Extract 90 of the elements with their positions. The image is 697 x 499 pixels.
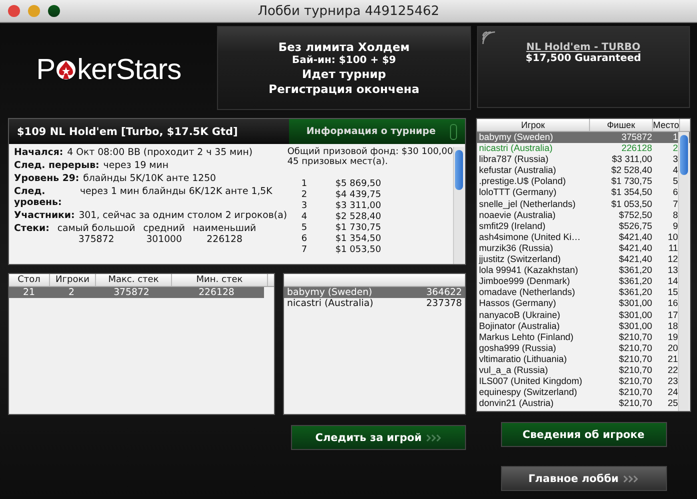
tournament-title: $109 NL Hold'em [Turbo, $17.5K Gtd] xyxy=(9,119,289,144)
column-header[interactable]: Игроки xyxy=(50,274,96,286)
player-row[interactable]: nicastri (Australia) 226128 2 xyxy=(477,143,690,154)
stack-value: 375872 xyxy=(78,234,114,245)
stack-heading: средний xyxy=(143,223,185,234)
player-row[interactable]: babymy (Sweden) 364622 xyxy=(284,287,465,298)
column-header[interactable]: Мин. стек xyxy=(172,274,268,286)
guarantee-text: $17,500 Guaranteed xyxy=(526,53,642,64)
watch-game-button[interactable]: Следить за игрой xyxy=(291,425,466,450)
info-icon xyxy=(450,124,457,140)
player-row[interactable]: equinespy (Switzerland) $210,70 24 xyxy=(477,387,690,398)
summary-line: Регистрация окончена xyxy=(268,82,420,96)
player-row[interactable]: jjustitz (Switzerland) $421,40 12 xyxy=(477,254,690,266)
stat-value: 4 Окт 08:00 BB (проходит 2 ч 35 мин) xyxy=(67,147,253,158)
prize-place: 1 xyxy=(301,179,308,190)
player-row[interactable]: snelle_jel (Netherlands) $1 053,50 7 xyxy=(477,198,690,210)
stat-value: через 1 мин блайнды 6K/12K анте 1,5K xyxy=(80,186,272,199)
stack-heading: наименьший xyxy=(192,223,256,234)
player-row[interactable]: lola 99941 (Kazakhstan) $361,20 13 xyxy=(477,265,690,276)
player-row[interactable]: libra787 (Russia) $3 311,00 3 xyxy=(477,154,690,166)
player-row[interactable]: kefustar (Australia) $2 528,40 4 xyxy=(477,165,690,176)
summary-line: Идет турнир xyxy=(302,67,386,81)
chevrons-icon xyxy=(622,474,639,482)
player-info-button[interactable]: Сведения об игроке xyxy=(500,422,666,447)
player-row[interactable]: Markus Lehto (Finland) $210,70 19 xyxy=(477,332,690,343)
player-row[interactable]: loloTTT (Germany) $1 354,50 6 xyxy=(477,187,690,199)
prize-place: 2 xyxy=(301,190,308,201)
stat-label: Стеки: xyxy=(14,223,50,236)
stat-label: Участники: xyxy=(14,210,75,221)
prize-amount: $3 311,00 xyxy=(335,201,382,212)
window-title: Лобби турнира 449125462 xyxy=(258,4,440,18)
player-row[interactable]: murzik36 (Russia) $421,40 11 xyxy=(477,242,690,254)
player-row[interactable]: smfit29 (Ireland) $526,75 9 xyxy=(477,220,690,232)
summary-line: Бай-ин: $100 + $9 xyxy=(292,55,396,66)
player-row[interactable]: Bojinator (Australia) $301,00 18 xyxy=(477,320,690,332)
tournament-info-tab[interactable]: Информация о турнире xyxy=(289,119,465,144)
column-header[interactable]: Место xyxy=(653,119,680,131)
scroll-bar[interactable] xyxy=(453,147,464,264)
stat-label: След. уровень: xyxy=(14,186,63,208)
player-row[interactable]: gosha999 (Russia) $210,70 20 xyxy=(477,342,690,354)
prize-place: 4 xyxy=(301,212,308,223)
prize-amount: $1 730,75 xyxy=(335,223,382,234)
player-row[interactable]: vul_a_a (Russia) $210,70 22 xyxy=(477,364,690,376)
stat-value: через 19 мин xyxy=(103,160,168,171)
stack-value: 226128 xyxy=(206,234,242,245)
stat-label: Начался: xyxy=(14,147,64,158)
player-row[interactable]: .prestige.U$ (Poland) $1 730,75 5 xyxy=(477,176,690,188)
column-header[interactable]: Макс. стек xyxy=(96,274,172,286)
column-header[interactable]: Игрок xyxy=(477,119,590,131)
player-row[interactable]: donvin21 (Austria) $210,70 25 xyxy=(477,398,690,410)
prize-place: 7 xyxy=(301,245,308,256)
player-row[interactable]: Hassos (Germany) $301,00 16 xyxy=(477,298,690,310)
prize-place: 3 xyxy=(301,201,308,212)
player-row[interactable]: ash4simone (United Ki… $421,40 10 xyxy=(477,232,690,243)
prize-amount: $2 528,40 xyxy=(335,212,382,223)
player-row[interactable]: ILS007 (United Kingdom) $210,70 23 xyxy=(477,376,690,388)
close-button[interactable] xyxy=(8,5,20,17)
stat-value: 301, сейчас за одним столом 2 игроков(а) xyxy=(78,210,287,221)
player-row[interactable]: omadave (Netherlands) $361,20 15 xyxy=(477,287,690,298)
stat-value: блайнды 5K/10K анте 1250 xyxy=(83,173,216,184)
column-header[interactable]: Стол xyxy=(9,274,50,286)
prize-amount: $1 354,50 xyxy=(335,234,382,245)
stat-label: Уровень 29: xyxy=(14,173,80,184)
scroll-bar[interactable] xyxy=(678,132,689,411)
player-row[interactable]: babymy (Sweden) 375872 1 xyxy=(477,132,690,144)
prize-place: 5 xyxy=(301,223,308,234)
player-row[interactable]: vltimaratio (Lithuania) $210,70 21 xyxy=(477,354,690,365)
stack-value: 301000 xyxy=(146,234,182,245)
logo: P kerStars xyxy=(36,54,182,86)
player-row[interactable]: nanyacoB (Ukraine) $301,00 17 xyxy=(477,310,690,321)
player-row[interactable]: nicastri (Australia) 237378 xyxy=(284,298,465,309)
player-row[interactable]: Jimboe999 (Denmark) $361,20 14 xyxy=(477,276,690,288)
table-row[interactable]: 21 2 375872 226128 xyxy=(9,287,264,298)
prize-pool-text: Общий призовой фонд: $30 100,00 xyxy=(287,147,453,157)
column-header[interactable]: Фишек xyxy=(590,119,653,131)
minimize-button[interactable] xyxy=(28,5,40,17)
prize-amount: $5 869,50 xyxy=(335,179,382,190)
prize-place: 6 xyxy=(301,234,308,245)
main-lobby-button[interactable]: Главное лобби xyxy=(500,466,666,491)
player-row[interactable]: noaevie (Australia) $752,50 8 xyxy=(477,210,690,221)
summary-line: Без лимита Холдем xyxy=(278,40,410,54)
chevrons-icon xyxy=(426,434,442,442)
stat-label: След. перерыв: xyxy=(14,160,100,171)
signal-icon xyxy=(480,30,497,46)
paid-places-text: 45 призовых мест(а). xyxy=(287,157,389,167)
prize-amount: $4 439,75 xyxy=(335,190,382,201)
promo-link[interactable]: NL Hold'em - TURBO xyxy=(526,42,640,53)
prize-amount: $1 053,50 xyxy=(335,245,382,256)
zoom-button[interactable] xyxy=(48,5,60,17)
stack-heading: самый большой xyxy=(57,223,136,234)
